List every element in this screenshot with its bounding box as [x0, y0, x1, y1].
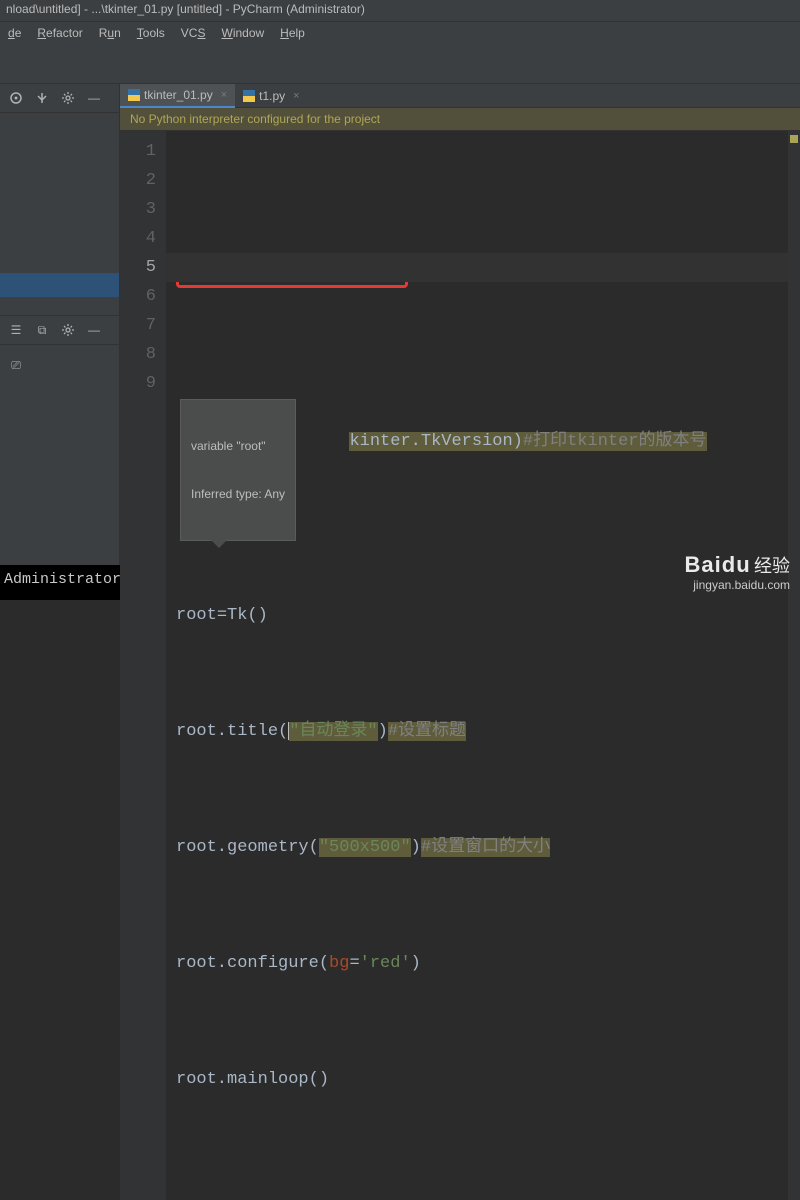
main-menu-bar: de Refactor Run Tools VCS Window Help: [0, 22, 800, 44]
line-number: 3: [120, 195, 156, 224]
menu-help[interactable]: Help: [272, 24, 313, 42]
python-file-icon: [243, 90, 255, 102]
sort-icon[interactable]: ☰: [6, 320, 26, 340]
gear-icon[interactable]: [58, 320, 78, 340]
line-number: 1: [120, 137, 156, 166]
python-file-icon: [128, 89, 140, 101]
error-stripe[interactable]: [788, 131, 800, 1200]
menu-code[interactable]: de: [0, 24, 29, 42]
structure-toolbar: ☰ ⧉ —: [0, 315, 119, 345]
watermark-brand: Baidu: [685, 552, 751, 577]
main-area: — ☰ ⧉ — ⎚ tkinter_01.py × t1.py ×: [0, 84, 800, 565]
editor-column: tkinter_01.py × t1.py × No Python interp…: [120, 84, 800, 565]
line-number: 9: [120, 369, 156, 398]
caret-line-highlight: [166, 253, 788, 282]
notification-text: No Python interpreter configured for the…: [130, 112, 380, 126]
window-title-bar: nload\untitled] - ...\tkinter_01.py [unt…: [0, 0, 800, 22]
target-icon[interactable]: [6, 88, 26, 108]
tab-tkinter01[interactable]: tkinter_01.py ×: [120, 84, 235, 108]
close-icon[interactable]: ×: [221, 89, 227, 101]
code-line-7: root.configure(bg='red'): [176, 949, 788, 978]
code-editor[interactable]: 1 2 3 4 5 6 7 8 9 from tkinter import * …: [120, 131, 800, 1200]
line-number-current: 5: [120, 253, 156, 282]
hide-icon[interactable]: —: [84, 88, 104, 108]
code-line-9: [176, 1181, 788, 1200]
code-line-2: variable "root" Inferred type: Any print…: [176, 369, 788, 398]
watermark-cn: 经验: [754, 556, 790, 576]
tooltip-line: variable "root": [191, 438, 285, 454]
line-number: 7: [120, 311, 156, 340]
interpreter-warning[interactable]: No Python interpreter configured for the…: [120, 108, 800, 131]
line-number: 2: [120, 166, 156, 195]
code-line-6: root.geometry("500x500")#设置窗口的大小: [176, 833, 788, 862]
editor-tabs: tkinter_01.py × t1.py ×: [120, 84, 800, 108]
menu-refactor[interactable]: Refactor: [29, 24, 90, 42]
code-lines[interactable]: from tkinter import * variable "root" In…: [166, 131, 788, 1200]
view-toolbar: —: [0, 84, 119, 113]
line-number: 6: [120, 282, 156, 311]
code-line-5: root.title("自动登录")#设置标题: [176, 717, 788, 746]
hide-icon[interactable]: —: [84, 320, 104, 340]
tab-label: t1.py: [259, 89, 285, 103]
watermark-url: jingyan.baidu.com: [685, 578, 790, 592]
left-panel: — ☰ ⧉ — ⎚: [0, 84, 120, 565]
menu-tools[interactable]: Tools: [129, 24, 173, 42]
code-line-4: root=Tk(): [176, 601, 788, 630]
gear-icon[interactable]: [58, 88, 78, 108]
menu-window[interactable]: Window: [213, 24, 272, 42]
menu-vcs[interactable]: VCS: [173, 24, 214, 42]
watermark: Baidu 经验 jingyan.baidu.com: [685, 552, 790, 592]
menu-run[interactable]: Run: [91, 24, 129, 42]
filter-icon[interactable]: ⧉: [32, 320, 52, 340]
warning-marker[interactable]: [790, 135, 798, 143]
expand-icon[interactable]: [32, 88, 52, 108]
line-number: 4: [120, 224, 156, 253]
line-number: 8: [120, 340, 156, 369]
structure-tool-window-icon[interactable]: ⎚: [0, 355, 119, 375]
tab-t1[interactable]: t1.py ×: [235, 84, 307, 108]
tab-label: tkinter_01.py: [144, 88, 213, 102]
line-gutter[interactable]: 1 2 3 4 5 6 7 8 9: [120, 131, 166, 1200]
navigation-toolbar: [0, 44, 800, 84]
window-title: nload\untitled] - ...\tkinter_01.py [unt…: [6, 2, 365, 16]
type-info-tooltip: variable "root" Inferred type: Any: [180, 399, 296, 541]
selection-bar: [0, 273, 119, 297]
code-line-8: root.mainloop(): [176, 1065, 788, 1094]
tooltip-line: Inferred type: Any: [191, 486, 285, 502]
close-icon[interactable]: ×: [293, 90, 299, 102]
